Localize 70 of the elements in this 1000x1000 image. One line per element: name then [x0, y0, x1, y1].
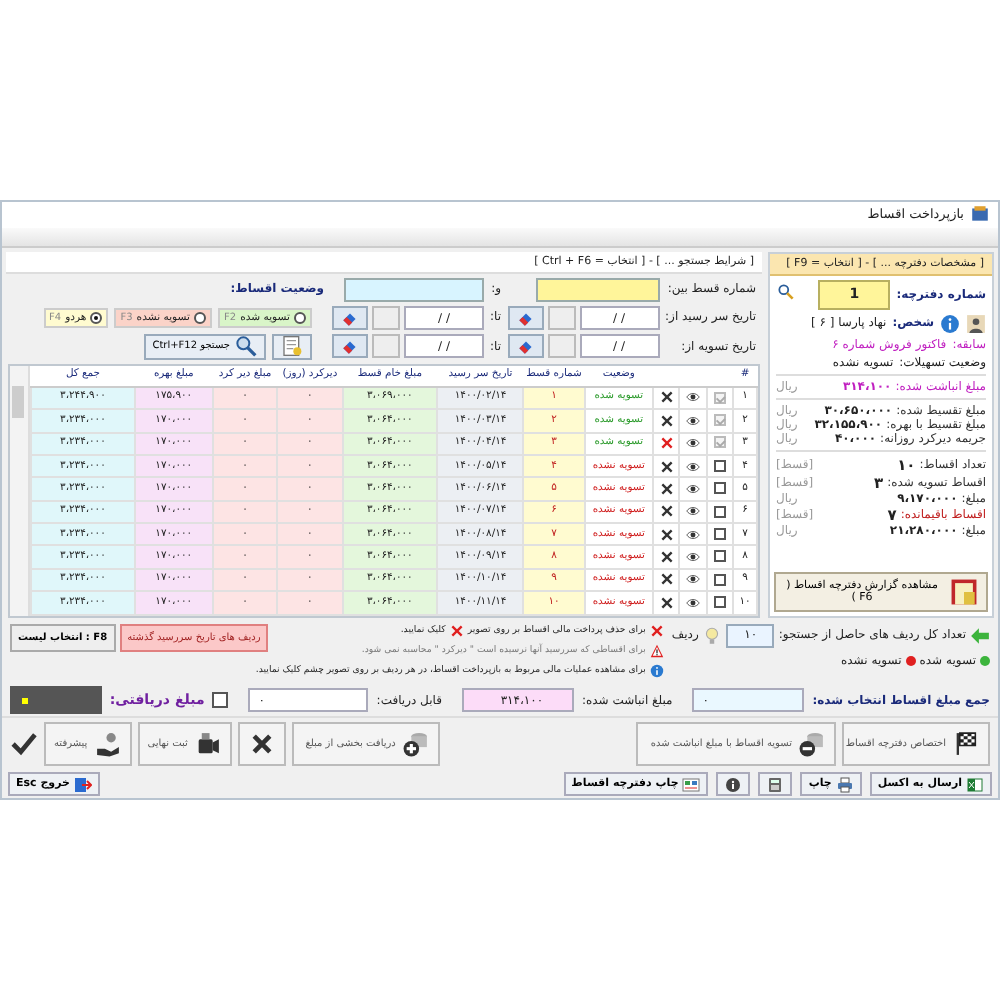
filter-button[interactable] [272, 333, 312, 360]
flag-icon [952, 730, 980, 759]
help-button[interactable] [716, 772, 751, 797]
lightbulb-icon [702, 625, 723, 646]
received-checkbox[interactable] [212, 692, 229, 709]
arrow-icon [970, 625, 990, 646]
info-icon [940, 313, 960, 334]
row-checkbox[interactable] [714, 527, 727, 540]
row-checkbox[interactable] [714, 573, 727, 586]
received-amount-field[interactable] [10, 686, 102, 715]
eye-icon [686, 390, 701, 405]
search-icon [234, 334, 258, 359]
delete-icon[interactable] [659, 504, 674, 519]
app-icon [970, 204, 990, 225]
booklet-icon [682, 775, 701, 794]
delete-icon[interactable] [659, 413, 674, 428]
exit-icon [74, 775, 92, 794]
delete-icon[interactable] [659, 527, 674, 542]
row-checkbox[interactable] [714, 550, 727, 563]
eye-icon [686, 413, 701, 428]
help-icon [724, 775, 743, 794]
row-checkbox[interactable] [714, 436, 727, 449]
eye-icon [686, 459, 701, 474]
row-checkbox[interactable] [714, 459, 727, 472]
report-icon [948, 575, 980, 608]
eye-icon [686, 549, 701, 564]
close-icon [449, 623, 464, 638]
delete-icon[interactable] [659, 481, 674, 496]
eye-icon [686, 572, 701, 587]
scrollbar[interactable] [10, 365, 30, 616]
clear-button[interactable] [332, 305, 368, 330]
calculator-button[interactable] [758, 772, 793, 797]
number-from-field[interactable] [535, 277, 660, 302]
info-icon [649, 663, 664, 678]
document-icon [280, 334, 304, 359]
cancel-button[interactable] [237, 722, 286, 767]
coins-minus-icon [798, 730, 826, 759]
delete-icon[interactable] [659, 572, 674, 587]
row-checkbox[interactable] [714, 482, 727, 495]
delete-icon [649, 623, 664, 638]
row-checkbox[interactable] [714, 596, 727, 609]
eraser-icon [515, 336, 536, 357]
delete-icon[interactable] [659, 459, 674, 474]
row-checkbox[interactable] [714, 414, 727, 427]
person-icon [966, 313, 986, 334]
camera-icon [193, 730, 222, 759]
delete-icon[interactable] [659, 595, 674, 610]
eye-icon [686, 527, 701, 542]
clear-button[interactable] [507, 334, 544, 359]
clear-button[interactable] [507, 305, 544, 330]
eye-icon [686, 504, 701, 519]
calculator-icon [766, 775, 785, 794]
hand-coins-icon [93, 730, 122, 759]
eye-icon [686, 481, 701, 496]
spreadsheet-icon [966, 775, 984, 794]
check-icon [10, 730, 38, 759]
number-to-field[interactable] [344, 277, 484, 302]
eye-icon [686, 595, 701, 610]
eye-icon [686, 436, 701, 451]
close-icon [247, 730, 276, 759]
clear-button[interactable] [332, 334, 368, 359]
delete-icon[interactable] [659, 390, 674, 405]
eraser-icon [340, 336, 360, 357]
coins-plus-icon [401, 730, 430, 759]
warning-icon [649, 643, 664, 658]
delete-icon[interactable] [659, 549, 674, 564]
row-checkbox[interactable] [714, 505, 727, 517]
row-checkbox[interactable] [714, 391, 727, 404]
print-icon [835, 775, 854, 794]
search-icon [776, 282, 796, 303]
